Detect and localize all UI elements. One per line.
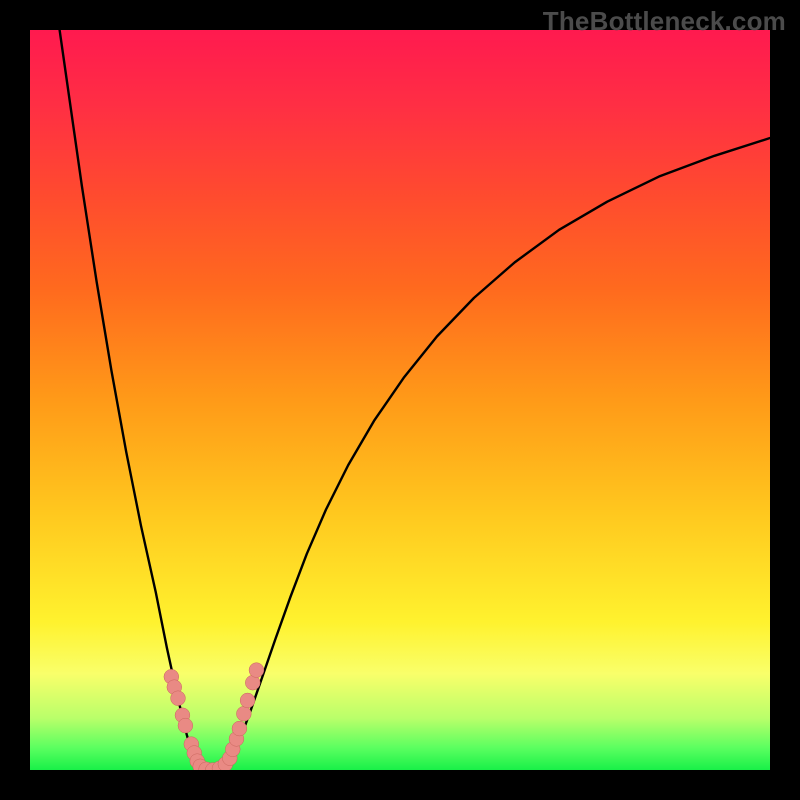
data-point-marker [171, 691, 186, 706]
data-point-marker [232, 721, 247, 736]
chart-frame: TheBottleneck.com [0, 0, 800, 800]
chart-svg [30, 30, 770, 770]
gradient-background [30, 30, 770, 770]
data-point-marker [249, 663, 264, 678]
data-point-marker [178, 718, 193, 733]
data-point-marker [240, 693, 255, 708]
watermark-label: TheBottleneck.com [543, 6, 786, 37]
plot-area [30, 30, 770, 770]
data-point-marker [236, 706, 251, 721]
